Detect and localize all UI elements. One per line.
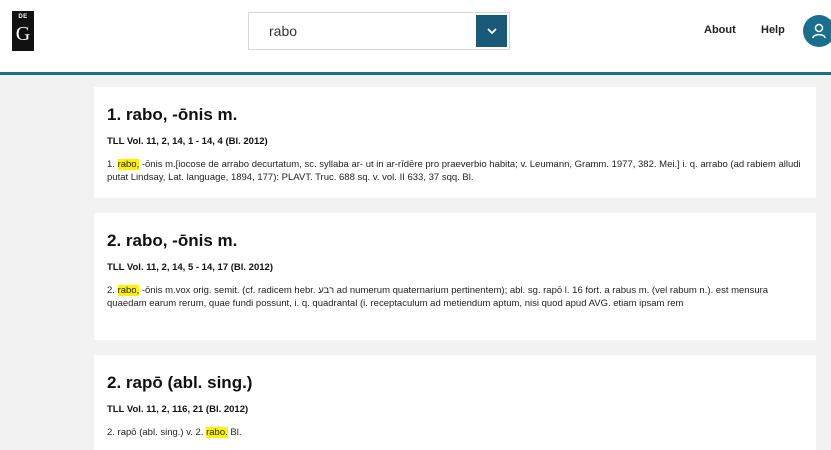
result-card: 2. rabo, -ōnis m. TLL Vol. 11, 2, 14, 5 … (94, 213, 816, 340)
search-input[interactable] (249, 13, 474, 49)
top-header: DE G About Help (0, 0, 831, 75)
search-dropdown-button[interactable] (476, 15, 507, 47)
excerpt-prefix: 2. rapō (abl. sing.) v. 2. (107, 427, 207, 438)
user-account-button[interactable] (803, 15, 831, 47)
result-title[interactable]: 1. rabo, -ōnis m. (107, 105, 803, 125)
excerpt-prefix: 2. (107, 285, 118, 296)
result-title[interactable]: 2. rabo, -ōnis m. (107, 231, 803, 251)
excerpt-text: -ōnis m.[iocose de arrabo decurtatum, sc… (107, 159, 801, 183)
result-excerpt: 1. rabo, -ōnis m.[iocose de arrabo decur… (107, 158, 803, 184)
logo-bottom-text: G (15, 23, 31, 45)
logo-top-text: DE (18, 14, 28, 20)
search-highlight: rabo, (117, 285, 140, 296)
result-excerpt: 2. rabo, -ōnis m.vox orig. semit. (cf. r… (107, 284, 803, 310)
user-icon (812, 23, 826, 39)
result-reference: TLL Vol. 11, 2, 116, 21 (Bl. 2012) (107, 404, 249, 415)
result-card: 2. rapō (abl. sing.) TLL Vol. 11, 2, 116… (94, 355, 816, 450)
excerpt-prefix: 1. (107, 159, 118, 170)
about-link[interactable]: About (704, 24, 736, 36)
result-excerpt: 2. rapō (abl. sing.) v. 2. rabo. Bl. (107, 426, 803, 439)
search-box (248, 12, 510, 50)
degruyter-logo[interactable]: DE G (12, 11, 34, 51)
excerpt-text: Bl. (227, 427, 242, 438)
help-link[interactable]: Help (761, 24, 785, 36)
result-title[interactable]: 2. rapō (abl. sing.) (107, 373, 803, 393)
result-reference: TLL Vol. 11, 2, 14, 1 - 14, 4 (Bl. 2012) (107, 136, 268, 147)
excerpt-text: -ōnis m.vox orig. semit. (cf. radicem he… (107, 285, 769, 309)
search-highlight: rabo, (117, 159, 140, 170)
search-highlight: rabo. (206, 427, 228, 438)
result-reference: TLL Vol. 11, 2, 14, 5 - 14, 17 (Bl. 2012… (107, 262, 273, 273)
chevron-down-icon (486, 27, 497, 34)
result-card: 1. rabo, -ōnis m. TLL Vol. 11, 2, 14, 1 … (94, 87, 816, 198)
